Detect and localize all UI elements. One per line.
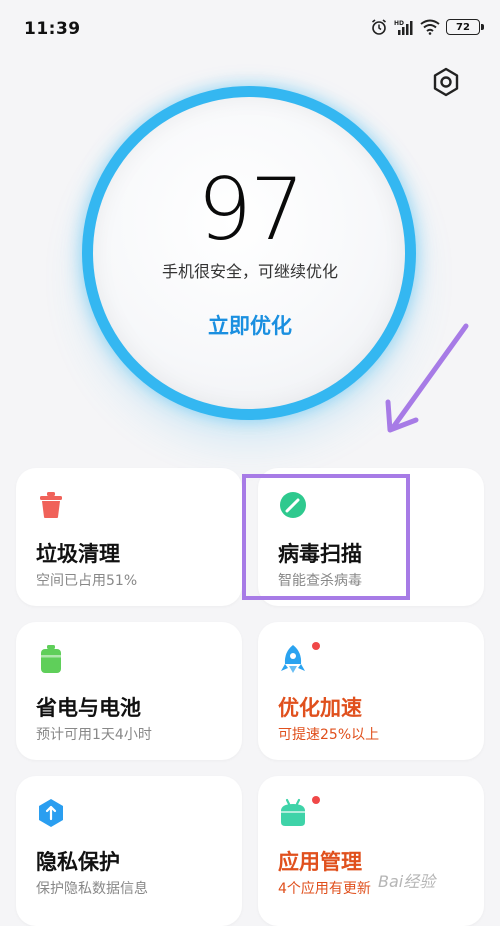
svg-text:HD: HD [394,20,404,27]
status-time: 11:39 [24,19,81,39]
card-speed-boost[interactable]: 优化加速 可提速25%以上 [258,622,484,760]
alarm-icon [372,19,386,35]
app-icon [281,798,305,826]
battery-icon [41,645,61,673]
annotation-highlight-box [242,474,410,600]
card-junk-cleanup[interactable]: 垃圾清理 空间已占用51% [16,468,242,606]
card-title: 应用管理 [278,850,362,874]
card-title: 隐私保护 [36,850,120,874]
card-title: 垃圾清理 [36,542,120,566]
wifi-icon [420,19,440,35]
signal-icon: HD [394,20,413,35]
optimize-now-button[interactable]: 立即优化 [175,310,325,340]
security-score: 97 [197,160,304,260]
card-title: 优化加速 [278,696,362,720]
card-app-management[interactable]: 应用管理 4个应用有更新 [258,776,484,926]
card-title: 省电与电池 [36,696,141,720]
annotation-arrow [385,323,469,433]
card-subtitle: 保护隐私数据信息 [36,881,148,897]
status-bar: 11:39 HD 72 [0,0,500,60]
privacy-icon [39,799,63,827]
notification-dot [312,642,320,650]
battery-level: 72 [456,21,470,33]
notification-dot [312,796,320,804]
watermark: Bai经验 [378,872,436,891]
card-subtitle: 空间已占用51% [36,573,138,589]
card-privacy[interactable]: 隐私保护 保护隐私数据信息 [16,776,242,926]
battery-indicator: 72 [446,19,484,35]
rocket-icon [281,645,305,673]
card-subtitle: 可提速25%以上 [278,727,380,743]
card-subtitle: 预计可用1天4小时 [36,727,152,743]
status-icons: HD 72 [370,18,484,36]
trash-icon [40,492,62,518]
card-battery[interactable]: 省电与电池 预计可用1天4小时 [16,622,242,760]
score-status-text: 手机很安全，可继续优化 [161,262,338,281]
card-subtitle: 4个应用有更新 [278,881,371,897]
settings-icon[interactable] [430,66,462,98]
